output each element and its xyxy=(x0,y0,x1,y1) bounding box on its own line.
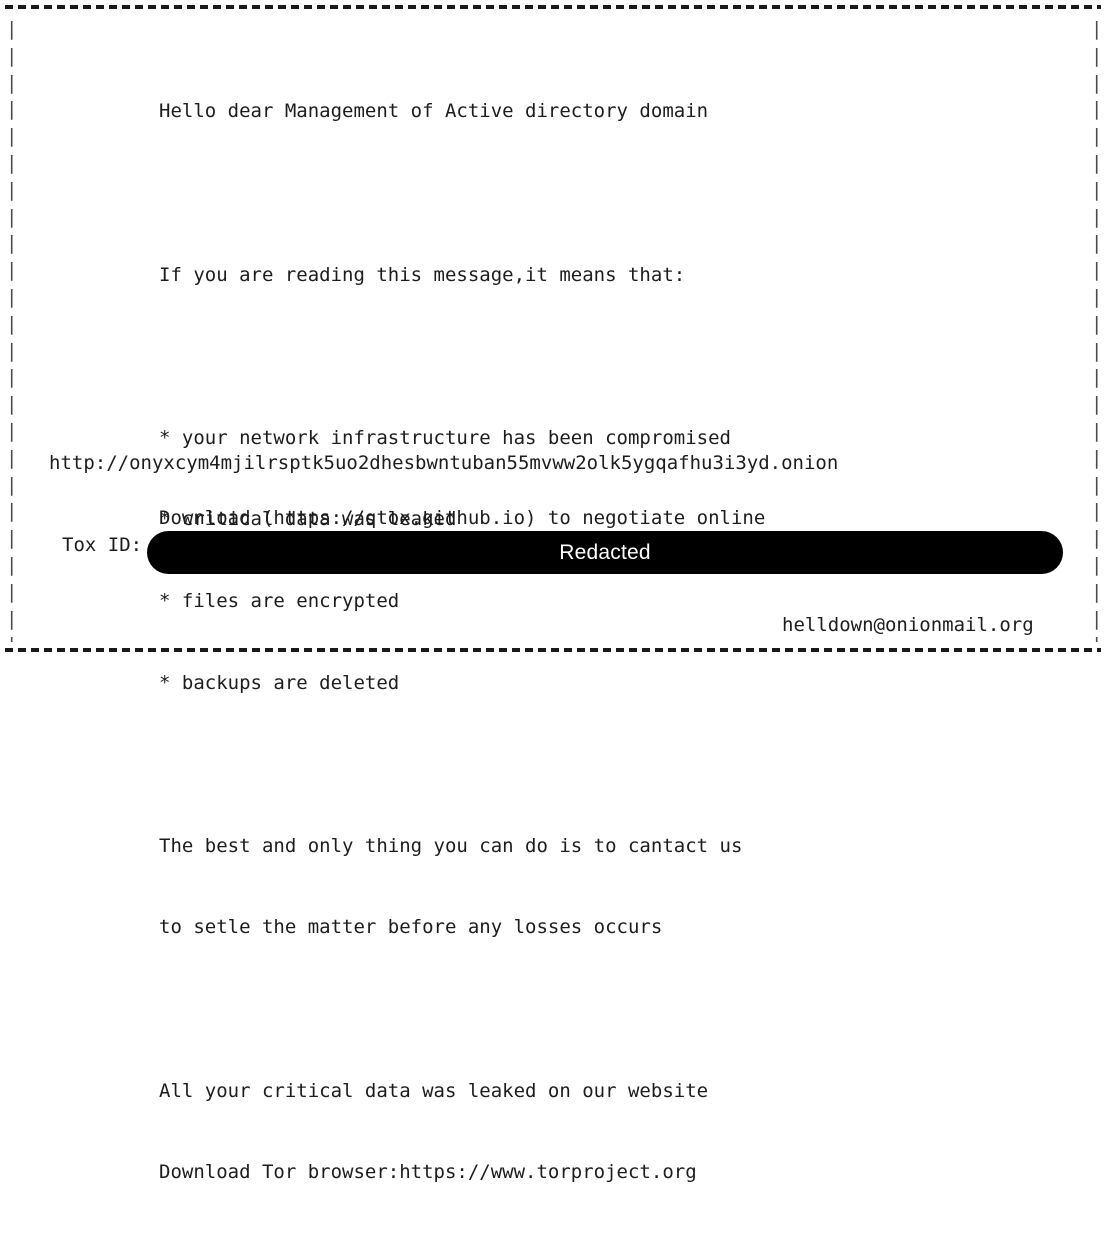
tox-id-label: Tox ID: xyxy=(62,534,143,556)
tox-id-redaction-bar: Redacted xyxy=(147,531,1063,574)
leak-line: All your critical data was leaked on our… xyxy=(159,1079,709,1102)
left-pipe-border: | | | | | | | | | | | | | | | | | | | | … xyxy=(6,18,16,642)
contact-email: helldown@onionmail.org xyxy=(782,614,1034,636)
redacted-label: Redacted xyxy=(559,540,651,564)
ransom-note-panel: | | | | | | | | | | | | | | | | | | | | … xyxy=(0,0,1109,1183)
contact-line: to setle the matter before any losses oc… xyxy=(159,916,663,939)
greeting-line: Hello dear Management of Active director… xyxy=(159,100,709,123)
onion-url: http://onyxcym4mjilrsptk5uo2dhesbwntuban… xyxy=(49,452,839,474)
contact-line: The best and only thing you can do is to… xyxy=(159,834,743,857)
right-pipe-border: | | | | | | | | | | | | | | | | | | | | … xyxy=(1091,18,1101,642)
tor-download-line: Download Tor browser:https://www.torproj… xyxy=(159,1161,697,1184)
bullet-item: * files are encrypted xyxy=(159,590,400,613)
bullet-item: * your network infrastructure has been c… xyxy=(159,426,731,449)
intro-line: If you are reading this message,it means… xyxy=(159,263,686,286)
note-body: Hello dear Management of Active director… xyxy=(159,44,742,1241)
qtox-download-line: Download (https://qtox.github.io) to neg… xyxy=(159,507,766,529)
bottom-dashed-border xyxy=(5,648,1101,652)
bullet-item: * backups are deleted xyxy=(159,671,400,694)
top-dashed-border xyxy=(5,5,1101,9)
